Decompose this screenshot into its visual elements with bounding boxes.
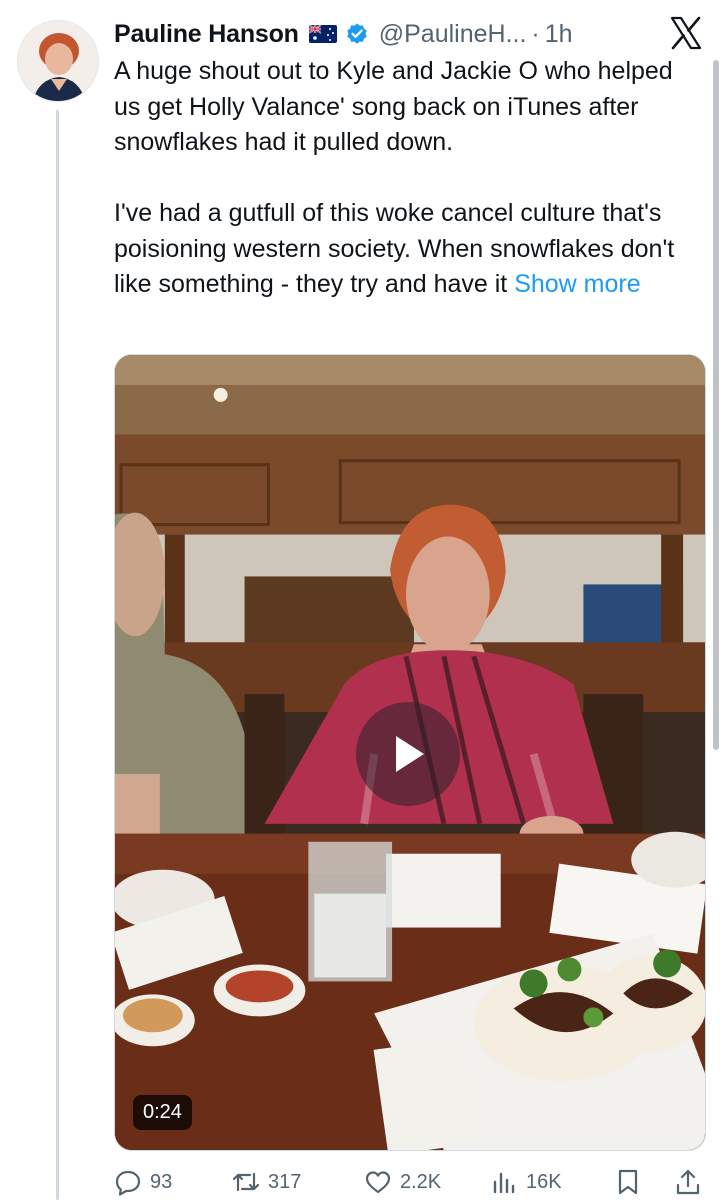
scrollbar[interactable] (713, 60, 719, 750)
author-handle[interactable]: @PaulineH... (379, 20, 527, 49)
reply-icon (115, 1170, 141, 1196)
repost-button[interactable]: 317 (232, 1168, 301, 1196)
repost-count: 317 (268, 1170, 302, 1193)
like-count: 2.2K (400, 1170, 442, 1193)
tweet-actions: 93 317 2.2K 16K (114, 1164, 710, 1200)
bookmark-button[interactable] (614, 1168, 650, 1196)
share-icon (676, 1169, 700, 1195)
tweet-timestamp[interactable]: 1h (545, 20, 573, 49)
tweet-paragraph: A huge shout out to Kyle and Jackie O wh… (114, 57, 673, 156)
play-icon (396, 736, 424, 772)
views-icon (493, 1172, 515, 1194)
x-logo-icon[interactable] (669, 16, 703, 50)
like-button[interactable]: 2.2K (364, 1168, 441, 1196)
share-button[interactable] (674, 1168, 710, 1196)
bookmark-icon (618, 1169, 638, 1195)
author-name[interactable]: Pauline Hanson (114, 20, 299, 49)
tweet-paragraph: I've had a gutfull of this woke cancel c… (114, 196, 699, 303)
video-duration: 0:24 (133, 1095, 192, 1130)
reply-button[interactable]: 93 (114, 1168, 172, 1196)
video-player[interactable]: 0:24 (114, 354, 706, 1151)
australia-flag-icon (308, 25, 337, 43)
view-count: 16K (526, 1170, 562, 1193)
separator-dot: · (531, 19, 540, 48)
play-button[interactable] (356, 702, 460, 806)
views-button[interactable]: 16K (490, 1168, 562, 1196)
verified-badge-icon (345, 22, 369, 46)
thread-line (56, 110, 59, 1200)
reply-count: 93 (150, 1170, 173, 1193)
avatar[interactable] (17, 20, 99, 102)
heart-icon (365, 1171, 391, 1194)
tweet-header: Pauline Hanson @PaulineH... · 1h (114, 16, 573, 52)
tweet-text: A huge shout out to Kyle and Jackie O wh… (114, 54, 699, 303)
show-more-link[interactable]: Show more (514, 270, 640, 298)
repost-icon (232, 1172, 260, 1192)
